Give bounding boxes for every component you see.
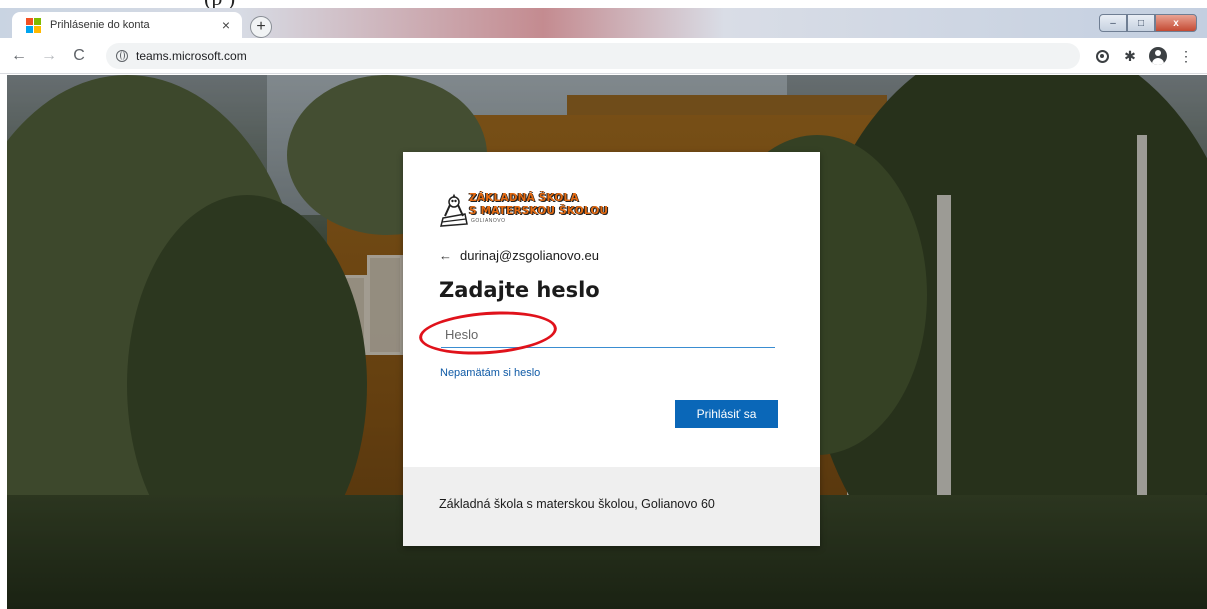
site-info-icon[interactable] — [116, 50, 128, 62]
new-tab-button[interactable]: + — [250, 16, 272, 38]
minimize-button[interactable]: – — [1099, 14, 1127, 32]
back-arrow-icon[interactable]: ← — [439, 248, 452, 263]
owl-book-logo-icon — [440, 193, 468, 227]
back-button[interactable]: ← — [8, 47, 30, 65]
tab-strip: Prihlásenie do konta × + – □ x — [0, 8, 1207, 38]
grammar-circle-icon — [1095, 49, 1109, 63]
forward-button[interactable]: → — [38, 47, 60, 65]
account-button[interactable] — [1147, 45, 1169, 67]
window-controls: – □ x — [1099, 14, 1197, 32]
address-bar[interactable]: teams.microsoft.com — [106, 43, 1080, 69]
password-input[interactable] — [441, 322, 775, 348]
logo-line-2: S MATERSKOU ŠKOLOU — [469, 205, 609, 217]
clipped-text: (p ) — [204, 0, 235, 9]
browser-toolbar: ← → C teams.microsoft.com ✱ ⋮ — [0, 38, 1207, 74]
login-card: ZÁKLADNÁ ŠKOLA S MATERSKOU ŠKOLOU GOLIAN… — [403, 152, 820, 546]
grammar-extension-icon[interactable] — [1091, 45, 1113, 67]
microsoft-logo-icon — [26, 17, 41, 33]
forgot-password-link[interactable]: Nepamätám si heslo — [440, 367, 540, 379]
browser-menu-icon[interactable]: ⋮ — [1175, 45, 1197, 67]
browser-tab[interactable]: Prihlásenie do konta × — [12, 12, 242, 38]
school-logo: ZÁKLADNÁ ŠKOLA S MATERSKOU ŠKOLOU GOLIAN… — [439, 188, 619, 230]
account-icon — [1149, 47, 1167, 65]
maximize-button[interactable]: □ — [1127, 14, 1155, 32]
tab-close-icon[interactable]: × — [216, 17, 236, 33]
page-title: Zadajte heslo — [439, 278, 600, 302]
logo-line-1: ZÁKLADNÁ ŠKOLA — [469, 192, 579, 204]
logo-small-text: GOLIANOVO — [471, 218, 506, 224]
url-text: teams.microsoft.com — [136, 49, 247, 63]
identity-back-row[interactable]: ← durinaj@zsgolianovo.eu — [439, 248, 599, 263]
login-card-footer: Základná škola s materskou školou, Golia… — [403, 467, 820, 546]
extension-icons: ✱ ⋮ — [1085, 45, 1197, 67]
sign-in-button[interactable]: Prihlásiť sa — [675, 400, 778, 428]
reload-button[interactable]: C — [68, 47, 90, 65]
paper-top-strip: (p ) — [0, 0, 1207, 9]
extensions-puzzle-icon[interactable]: ✱ — [1119, 45, 1141, 67]
account-identity: durinaj@zsgolianovo.eu — [460, 248, 599, 263]
close-window-button[interactable]: x — [1155, 14, 1197, 32]
footer-text: Základná škola s materskou školou, Golia… — [439, 497, 715, 511]
logo-text: ZÁKLADNÁ ŠKOLA S MATERSKOU ŠKOLOU GOLIAN… — [469, 192, 608, 224]
login-card-body: ZÁKLADNÁ ŠKOLA S MATERSKOU ŠKOLOU GOLIAN… — [403, 152, 820, 467]
tab-title: Prihlásenie do konta — [50, 19, 150, 31]
